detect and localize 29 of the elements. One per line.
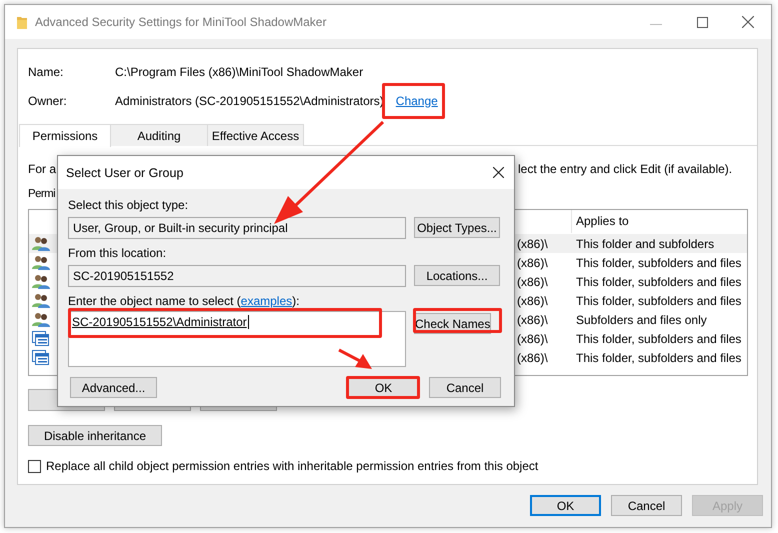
field-label: Select this object type:	[68, 198, 190, 212]
field-value: C:\Program Files (x86)\MiniTool ShadowMaker	[115, 64, 364, 78]
list-label: Permi	[28, 187, 56, 202]
field-label: From this location:	[68, 246, 168, 260]
instruction-text: lect the entry and click Edit (if available).	[518, 162, 732, 176]
table-cell-text: (x86)\	[517, 256, 549, 270]
instruction-text: For a	[28, 162, 56, 176]
location-field: SC-201905151552	[68, 265, 406, 287]
table-cell-text: This folder, subfolders and files	[575, 332, 742, 346]
checkbox-label: Replace all child object permission entries with inheritable permission entries from this object	[46, 459, 538, 473]
table-cell-text: (x86)\	[517, 236, 549, 250]
table-cell-text: (x86)\	[517, 350, 549, 364]
table-cell-text: Subfolders and files only	[575, 312, 708, 326]
field-value: Administrators (SC-201905151552\Administrators)	[115, 94, 384, 108]
table-cell-text: (x86)\	[517, 312, 549, 326]
field-label: Name:	[28, 64, 64, 78]
object-type-field: User, Group, or Built-in security principal	[68, 217, 406, 239]
table-cell-text: (x86)\	[517, 274, 549, 288]
field-label: Owner:	[28, 94, 68, 108]
table-cell-text: (x86)\	[517, 294, 549, 308]
dialog-title: Select User or Group	[66, 166, 184, 180]
table-cell-text: This folder and subfolders	[575, 236, 716, 250]
table-cell-text: (x86)\	[517, 332, 549, 346]
table-cell-text: This folder, subfolders and files	[575, 350, 742, 364]
table-cell-text: This folder, subfolders and files	[575, 274, 742, 288]
window-title: Advanced Security Settings for MiniTool ShadowMaker	[35, 15, 326, 29]
table-cell-text: This folder, subfolders and files	[575, 256, 742, 270]
table-cell-text: This folder, subfolders and files	[575, 294, 742, 308]
field-label: Enter the object name to select (examples):	[68, 294, 300, 308]
